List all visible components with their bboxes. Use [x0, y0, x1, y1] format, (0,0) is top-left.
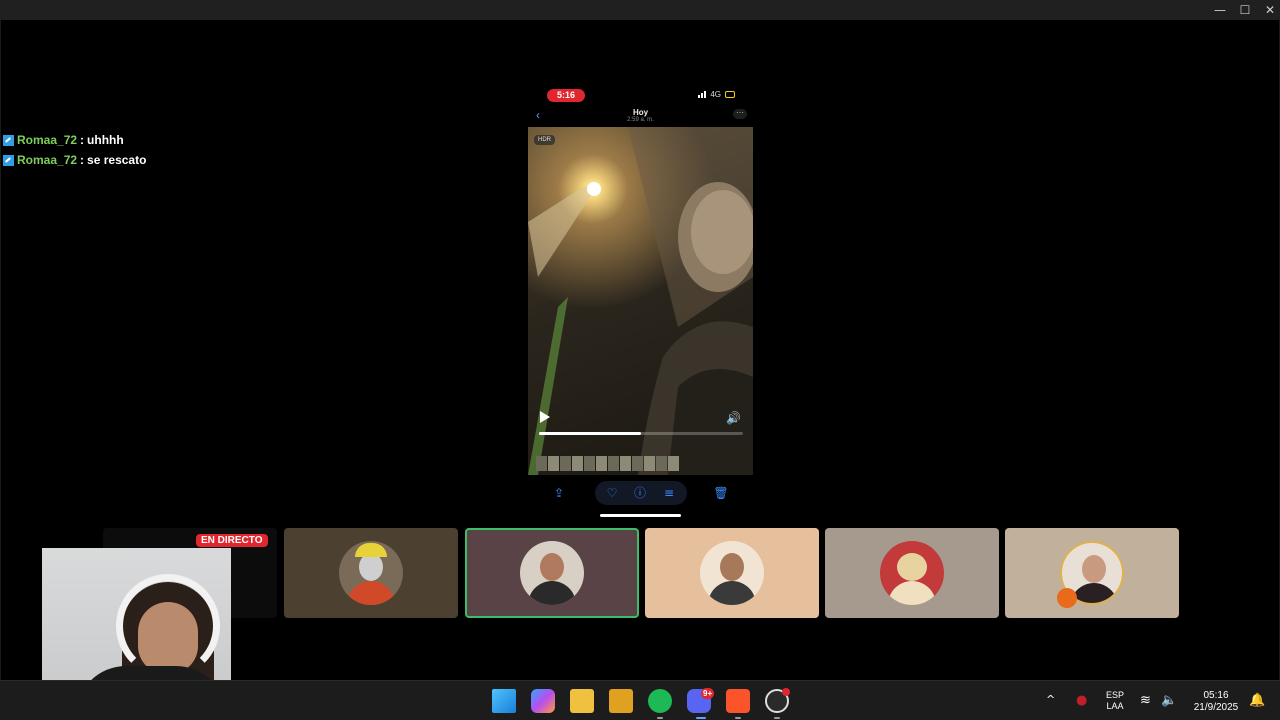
- chat-badge-icon: [3, 134, 14, 146]
- clock-time: 05:16: [1203, 690, 1229, 701]
- minimize-button[interactable]: —: [1212, 2, 1228, 18]
- chat-line: Romaa_72 : se rescato: [3, 150, 146, 170]
- window-titlebar: — ☐ ✕: [0, 0, 1280, 20]
- file-explorer-icon[interactable]: [570, 689, 594, 713]
- participant-tile[interactable]: [1005, 528, 1179, 618]
- chat-overlay: Romaa_72 : uhhhh Romaa_72 : se rescato: [3, 130, 146, 170]
- participant-avatar: [339, 541, 403, 605]
- status-time: 5:16: [547, 89, 585, 102]
- share-icon[interactable]: ⇪: [550, 484, 568, 502]
- language-label: ESP: [1105, 690, 1124, 700]
- chat-separator: :: [80, 133, 85, 147]
- thumbnail-strip[interactable]: [536, 456, 679, 472]
- brave-icon[interactable]: [726, 689, 750, 713]
- info-icon[interactable]: ⓘ: [631, 484, 649, 502]
- active-indicator: [696, 717, 706, 719]
- chat-message: uhhhh: [87, 133, 124, 147]
- copilot-icon[interactable]: [531, 689, 555, 713]
- hdr-badge: HDR: [534, 135, 555, 145]
- play-icon[interactable]: [540, 411, 550, 423]
- webcam-overlay: [42, 548, 231, 697]
- scrubber-progress: [539, 432, 641, 435]
- live-badge: EN DIRECTO: [196, 534, 268, 547]
- participant-tile[interactable]: [645, 528, 819, 618]
- adjust-sliders-icon[interactable]: ≡: [660, 484, 678, 502]
- windows-start-icon[interactable]: [492, 689, 516, 713]
- home-indicator: [600, 514, 681, 517]
- language-indicator[interactable]: ESP LAA: [1100, 690, 1130, 712]
- chat-username: Romaa_72: [17, 133, 78, 147]
- media-player-icon[interactable]: [609, 689, 633, 713]
- avatar-decoration-icon: [1057, 588, 1077, 608]
- photo-header: ‹ Hoy 2:59 a. m. ···: [528, 106, 753, 126]
- chat-message: se rescato: [87, 153, 147, 167]
- keyboard-layout-label: LAA: [1106, 701, 1124, 711]
- battery-icon: [725, 91, 735, 98]
- spotify-icon[interactable]: [648, 689, 672, 713]
- participant-tile[interactable]: [825, 528, 999, 618]
- participant-avatar: [700, 541, 764, 605]
- running-indicator: [735, 717, 741, 719]
- tray-overflow-chevron-icon[interactable]: ^: [1046, 693, 1055, 706]
- network-label: 4G: [710, 90, 721, 99]
- chat-separator: :: [80, 153, 85, 167]
- video-preview[interactable]: HDR 🔊: [528, 127, 753, 475]
- trash-icon[interactable]: 🗑: [712, 484, 730, 502]
- chat-badge-icon: [3, 154, 14, 166]
- speaker-icon[interactable]: 🔈: [1161, 693, 1177, 708]
- status-indicators: 4G: [698, 90, 735, 99]
- maximize-button[interactable]: ☐: [1237, 2, 1253, 18]
- discord-notification-badge: 9+: [701, 688, 715, 699]
- photo-toolbar: ⇪ ♡ ⓘ ≡ 🗑: [528, 478, 753, 508]
- photo-time-subtitle: 2:59 a. m.: [627, 117, 654, 123]
- more-options-icon[interactable]: ···: [733, 109, 747, 119]
- close-button[interactable]: ✕: [1262, 2, 1278, 18]
- video-scrubber[interactable]: [539, 432, 743, 435]
- participant-avatar: [880, 541, 944, 605]
- signal-icon: [698, 91, 707, 98]
- participant-tile-active[interactable]: [465, 528, 639, 618]
- participant-avatar: [520, 541, 584, 605]
- chat-username: Romaa_72: [17, 153, 78, 167]
- recording-indicator: [782, 688, 790, 696]
- clock[interactable]: 05:16 21/9/2025: [1188, 690, 1244, 714]
- clock-date: 21/9/2025: [1193, 702, 1239, 713]
- participant-tile[interactable]: [284, 528, 458, 618]
- windows-taskbar: 9+ ^ ● ESP LAA ≋ 🔈 05:16 21/9/2025 🔔: [0, 680, 1280, 720]
- chat-line: Romaa_72 : uhhhh: [3, 130, 146, 150]
- running-indicator: [657, 717, 663, 719]
- notification-bell-icon[interactable]: 🔔: [1249, 693, 1265, 708]
- favorite-heart-icon[interactable]: ♡: [603, 484, 621, 502]
- wifi-icon[interactable]: ≋: [1140, 693, 1151, 708]
- photo-date-title: Hoy: [632, 108, 649, 117]
- phone-status-bar: 5:16 4G: [528, 86, 753, 106]
- running-indicator: [774, 717, 780, 719]
- volume-icon[interactable]: 🔊: [726, 411, 741, 425]
- microphone-in-use-icon[interactable]: ●: [1076, 693, 1087, 708]
- headset-icon: [116, 574, 220, 678]
- video-frame-art: [528, 127, 753, 475]
